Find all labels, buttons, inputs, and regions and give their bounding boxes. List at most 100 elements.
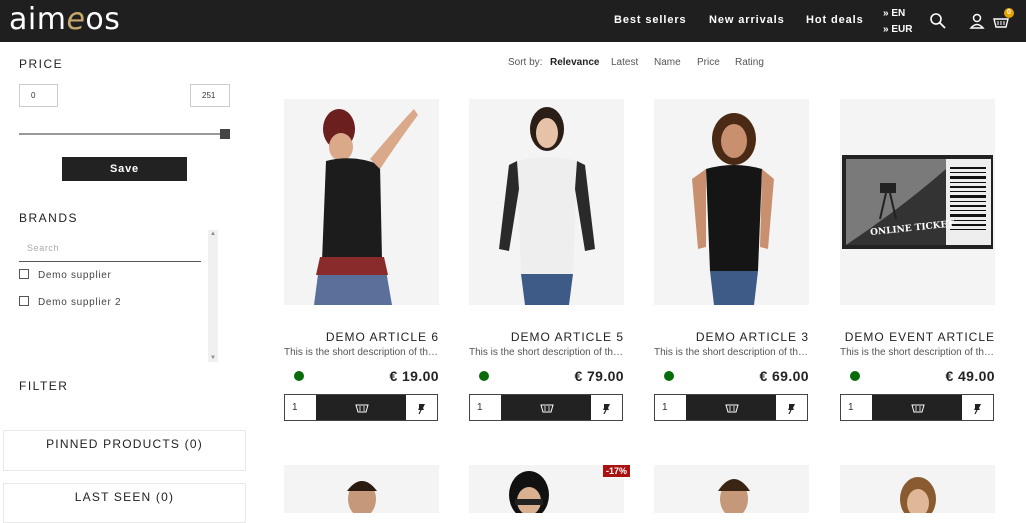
- search-icon[interactable]: [929, 12, 947, 30]
- pin-button[interactable]: [776, 395, 807, 420]
- price-row: € 69.00: [654, 368, 809, 384]
- pin-icon: [974, 404, 981, 415]
- product-card[interactable]: DEMO ARTICLE 6 This is the short descrip…: [284, 99, 439, 421]
- ticket-icon: ONLINE TICKET: [842, 155, 993, 249]
- logo[interactable]: aimeos: [9, 2, 120, 37]
- product-image[interactable]: [654, 99, 809, 305]
- price-row: € 79.00: [469, 368, 624, 384]
- product-price: € 69.00: [759, 368, 809, 384]
- product-card[interactable]: DEMO ARTICLE 3 This is the short descrip…: [654, 99, 809, 421]
- language-selector[interactable]: » EN: [883, 6, 912, 22]
- pinned-products-label: PINNED PRODUCTS (0): [46, 437, 203, 451]
- brand-label: Demo supplier: [38, 270, 112, 281]
- basket-icon: [540, 404, 554, 413]
- sort-latest[interactable]: Latest: [611, 57, 638, 68]
- cart-count-badge: 0: [1004, 8, 1014, 18]
- last-seen-box[interactable]: LAST SEEN (0): [3, 483, 246, 523]
- product-description: This is the short description of the e..…: [840, 347, 995, 358]
- nav-new-arrivals[interactable]: New arrivals: [709, 14, 785, 26]
- top-header: aimeos Best sellers New arrivals Hot dea…: [0, 0, 1026, 42]
- pin-button[interactable]: [962, 395, 993, 420]
- logo-text-e: e: [66, 2, 86, 37]
- brand-search-input[interactable]: Search: [19, 241, 201, 262]
- sort-relevance[interactable]: Relevance: [550, 57, 599, 68]
- price-title: PRICE: [19, 57, 64, 71]
- stock-indicator-icon: [850, 371, 860, 381]
- basket-icon: [355, 404, 369, 413]
- sale-badge: -17%: [603, 465, 631, 477]
- product-image[interactable]: [840, 465, 995, 513]
- product-description: This is the short description of the d..…: [654, 347, 809, 358]
- user-icon[interactable]: [968, 12, 986, 30]
- product-image[interactable]: [654, 465, 809, 513]
- product-description: This is the short description of the d..…: [469, 347, 624, 358]
- pin-icon: [603, 404, 610, 415]
- price-row: € 49.00: [840, 368, 995, 384]
- basket-icon: [725, 404, 739, 413]
- price-max-input[interactable]: 251: [190, 84, 230, 107]
- nav-best-sellers[interactable]: Best sellers: [614, 14, 687, 26]
- brands-scrollbar[interactable]: ▲ ▼: [208, 230, 218, 362]
- pin-icon: [418, 404, 425, 415]
- product-card[interactable]: ONLINE TICKET DEMO EVENT ARTICLE This is…: [840, 99, 995, 421]
- scroll-down-icon[interactable]: ▼: [210, 355, 216, 361]
- locale-selector[interactable]: » EN » EUR: [883, 6, 912, 38]
- save-button[interactable]: Save: [62, 157, 187, 181]
- price-min-input[interactable]: 0: [19, 84, 58, 107]
- product-name[interactable]: DEMO EVENT ARTICLE: [840, 330, 995, 344]
- sort-label: Sort by:: [508, 57, 543, 68]
- stock-indicator-icon: [664, 371, 674, 381]
- brands-title: BRANDS: [19, 211, 79, 225]
- add-to-basket-button[interactable]: [501, 395, 593, 420]
- quantity-input[interactable]: 1: [841, 395, 872, 420]
- pinned-products-box[interactable]: PINNED PRODUCTS (0): [3, 430, 246, 471]
- add-to-basket-form: 1: [469, 394, 623, 421]
- checkbox[interactable]: [19, 269, 29, 279]
- pin-button[interactable]: [591, 395, 622, 420]
- price-slider-handle[interactable]: [220, 129, 230, 139]
- model-head-icon: [347, 481, 377, 513]
- model-head-icon: [718, 479, 750, 513]
- product-card[interactable]: DEMO ARTICLE 5 This is the short descrip…: [469, 99, 624, 421]
- price-row: € 19.00: [284, 368, 439, 384]
- quantity-input[interactable]: 1: [470, 395, 501, 420]
- product-name[interactable]: DEMO ARTICLE 5: [469, 330, 624, 344]
- product-image[interactable]: ONLINE TICKET: [840, 99, 995, 305]
- brand-label: Demo supplier 2: [38, 297, 122, 308]
- basket-icon: [911, 404, 925, 413]
- brand-checkbox-item[interactable]: Demo supplier 2: [19, 296, 121, 308]
- sort-rating[interactable]: Rating: [735, 57, 764, 68]
- product-image[interactable]: [469, 465, 624, 513]
- checkbox[interactable]: [19, 296, 29, 306]
- price-slider-track[interactable]: [19, 133, 224, 135]
- add-to-basket-button[interactable]: [316, 395, 408, 420]
- model-head-icon: [900, 477, 936, 513]
- add-to-basket-button[interactable]: [686, 395, 778, 420]
- pin-button[interactable]: [406, 395, 437, 420]
- product-image[interactable]: [284, 465, 439, 513]
- add-to-basket-button[interactable]: [872, 395, 964, 420]
- product-name[interactable]: DEMO ARTICLE 6: [284, 330, 439, 344]
- product-price: € 19.00: [389, 368, 439, 384]
- add-to-basket-form: 1: [284, 394, 438, 421]
- nav-hot-deals[interactable]: Hot deals: [806, 14, 864, 26]
- sort-name[interactable]: Name: [654, 57, 681, 68]
- last-seen-label: LAST SEEN (0): [74, 490, 175, 504]
- stock-indicator-icon: [479, 371, 489, 381]
- product-image[interactable]: [284, 99, 439, 305]
- scroll-up-icon[interactable]: ▲: [210, 231, 216, 237]
- sort-price[interactable]: Price: [697, 57, 720, 68]
- brand-checkbox-item[interactable]: Demo supplier: [19, 269, 112, 281]
- product-price: € 79.00: [574, 368, 624, 384]
- model-figure-icon: [692, 113, 774, 305]
- logo-text-1: aim: [9, 2, 67, 37]
- quantity-input[interactable]: 1: [655, 395, 686, 420]
- filter-title: FILTER: [19, 379, 69, 393]
- product-name[interactable]: DEMO ARTICLE 3: [654, 330, 809, 344]
- quantity-input[interactable]: 1: [285, 395, 316, 420]
- currency-selector[interactable]: » EUR: [883, 22, 912, 38]
- logo-text-2: os: [85, 2, 121, 37]
- add-to-basket-form: 1: [654, 394, 808, 421]
- model-figure-icon: [499, 107, 595, 305]
- product-image[interactable]: [469, 99, 624, 305]
